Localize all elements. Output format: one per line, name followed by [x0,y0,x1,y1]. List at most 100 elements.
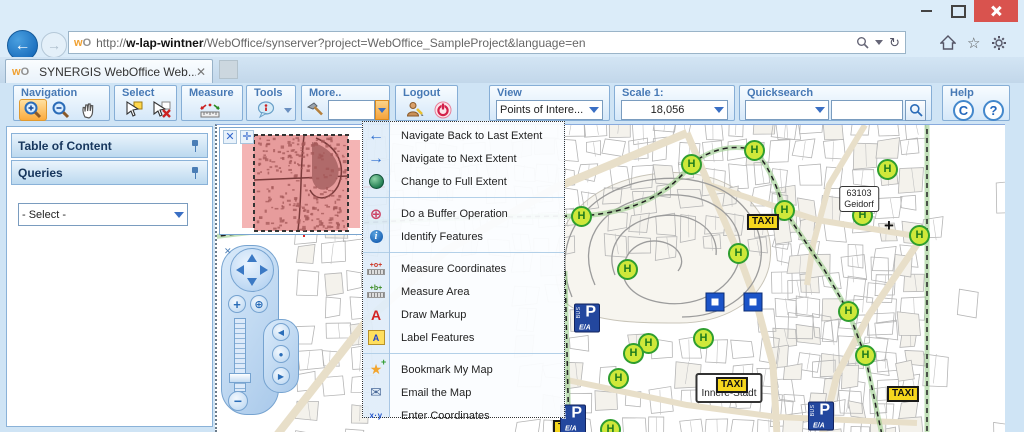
bus-stop-marker[interactable]: H [838,301,859,322]
pan-hand-button[interactable] [75,99,103,121]
user-login-button[interactable] [401,99,429,121]
settings-gear-icon[interactable] [991,35,1007,51]
menu-item-navigate-next[interactable]: Navigate to Next Extent [363,147,564,170]
pan-down-icon[interactable] [247,278,257,286]
taxi-stand-marker[interactable]: TAXI [716,377,748,393]
menu-item-draw-markup[interactable]: Draw Markup [363,303,564,326]
overview-map-panel[interactable]: ✕ ✛ [219,127,364,235]
zoom-out-button[interactable] [47,99,75,121]
pan-dpad[interactable] [230,248,274,292]
menu-item-measure-area[interactable]: Measure Area [363,280,564,303]
new-tab-button[interactable] [219,60,238,79]
help-button[interactable]: ? [983,100,1004,121]
label-features-icon [363,330,389,345]
bus-stop-marker[interactable]: H [608,368,629,389]
bus-parking-sign[interactable]: BUSPE/A [574,304,600,333]
bus-stop-marker[interactable]: H [728,243,749,264]
bus-stop-marker[interactable]: H [681,154,702,175]
taxi-stand-marker[interactable]: TAXI [887,386,919,402]
quicksearch-search-button[interactable] [905,100,926,121]
menu-item-identify[interactable]: Identify Features [363,225,564,248]
info-balloon-button[interactable] [252,99,280,121]
menu-separator [363,252,564,253]
favorites-star-icon[interactable]: ☆ [967,34,980,52]
menu-item-label-features[interactable]: Label Features [363,326,564,349]
maximize-icon[interactable] [944,0,972,22]
bus-stop-marker[interactable]: H [877,159,898,180]
bus-stop-marker[interactable]: H [571,206,592,227]
quicksearch-category-select[interactable] [745,100,829,120]
pin-icon[interactable] [189,166,201,180]
previous-extent-pad-button[interactable]: ◀ [272,323,290,341]
select-features-button[interactable] [120,99,148,121]
zoom-in-pad-button[interactable]: + [228,295,246,313]
menu-item-full-extent[interactable]: Change to Full Extent [363,170,564,193]
close-window-icon[interactable] [974,0,1018,22]
more-dropdown-button[interactable] [375,100,389,120]
bus-stop-marker[interactable]: H [855,345,876,366]
zoom-out-pad-button[interactable]: − [228,391,248,411]
home-icon[interactable] [940,35,956,50]
menu-item-label: Do a Buffer Operation [401,208,508,220]
menu-item-bookmark[interactable]: Bookmark My Map [363,358,564,381]
panel-header-table-of-content[interactable]: Table of Content [11,133,208,158]
menu-item-email[interactable]: Email the Map [363,381,564,404]
measure-line-button[interactable] [196,99,224,121]
bus-stop-marker[interactable]: H [623,343,644,364]
bus-stop-marker[interactable]: H [617,259,638,280]
overview-close-icon[interactable]: ✕ [223,130,237,144]
overview-move-icon[interactable]: ✛ [240,130,254,144]
menu-item-label: Navigate to Next Extent [401,153,517,165]
pan-left-icon[interactable] [236,265,244,275]
bus-parking-sign[interactable]: BUSPE/A [808,402,834,431]
email-icon [363,384,389,401]
quicksearch-input[interactable] [831,100,903,120]
menu-item-label: Measure Coordinates [401,263,506,275]
toolbar-section-quicksearch: Quicksearch [739,85,932,121]
address-dropdown-icon[interactable] [875,40,883,45]
menu-item-measure-coordinates[interactable]: Measure Coordinates [363,257,564,280]
menu-item-buffer[interactable]: Do a Buffer Operation [363,202,564,225]
toolbar-section-navigation: Navigation [13,85,110,121]
toolbar-section-measure: Measure [181,85,243,121]
contact-button[interactable]: C [953,100,974,121]
buffer-icon [363,205,389,223]
full-extent-pad-button[interactable]: ⊕ [250,295,268,313]
toolbar-section-tools: Tools [246,85,296,121]
bus-stop-marker[interactable]: H [600,419,621,432]
more-tools-combobox[interactable] [328,100,375,120]
address-bar[interactable]: wO http://w-lap-wintner/WebOffice/synser… [68,31,906,54]
pan-right-icon[interactable] [260,265,268,275]
bus-stop-marker[interactable]: H [909,225,930,246]
station-marker[interactable] [744,293,763,312]
tools-dropdown-icon[interactable] [284,108,292,113]
search-icon[interactable] [856,36,869,49]
browser-tab[interactable]: wO SYNERGIS WebOffice Web... ✕ [5,59,213,83]
center-pad-button[interactable]: ● [272,345,290,363]
map-navigation-widget: ✕ + ⊕ ◀ ● ▶ − [221,245,299,417]
next-extent-pad-button[interactable]: ▶ [272,367,290,385]
pin-icon[interactable] [189,139,201,153]
menu-item-enter-coordinates[interactable]: Enter Coordinates [363,404,564,427]
query-select[interactable]: - Select - [18,203,188,226]
view-select[interactable]: Points of Intere... [496,100,603,120]
zoom-in-button[interactable] [19,99,47,121]
menu-item-navigate-back[interactable]: Navigate Back to Last Extent [363,124,564,147]
panel-header-queries[interactable]: Queries [11,160,208,185]
refresh-icon[interactable]: ↻ [889,35,900,51]
tab-close-icon[interactable]: ✕ [196,65,206,79]
pan-up-icon[interactable] [247,254,257,262]
bus-stop-marker[interactable]: H [744,140,765,161]
clear-selection-button[interactable] [148,99,176,121]
station-marker[interactable] [706,293,725,312]
zoom-slider-handle[interactable] [229,373,251,383]
minimize-icon[interactable] [912,0,940,22]
scale-input[interactable]: 18,056 [621,100,728,120]
toolbar-section-scale: Scale 1: 18,056 [614,85,735,121]
hammer-tools-icon[interactable] [305,99,325,121]
navwidget-close-icon[interactable]: ✕ [224,246,232,257]
taxi-stand-marker[interactable]: TAXI [747,214,779,230]
logout-power-button[interactable] [429,99,457,121]
bus-stop-marker[interactable]: H [693,328,714,349]
forward-button[interactable]: → [41,32,67,58]
